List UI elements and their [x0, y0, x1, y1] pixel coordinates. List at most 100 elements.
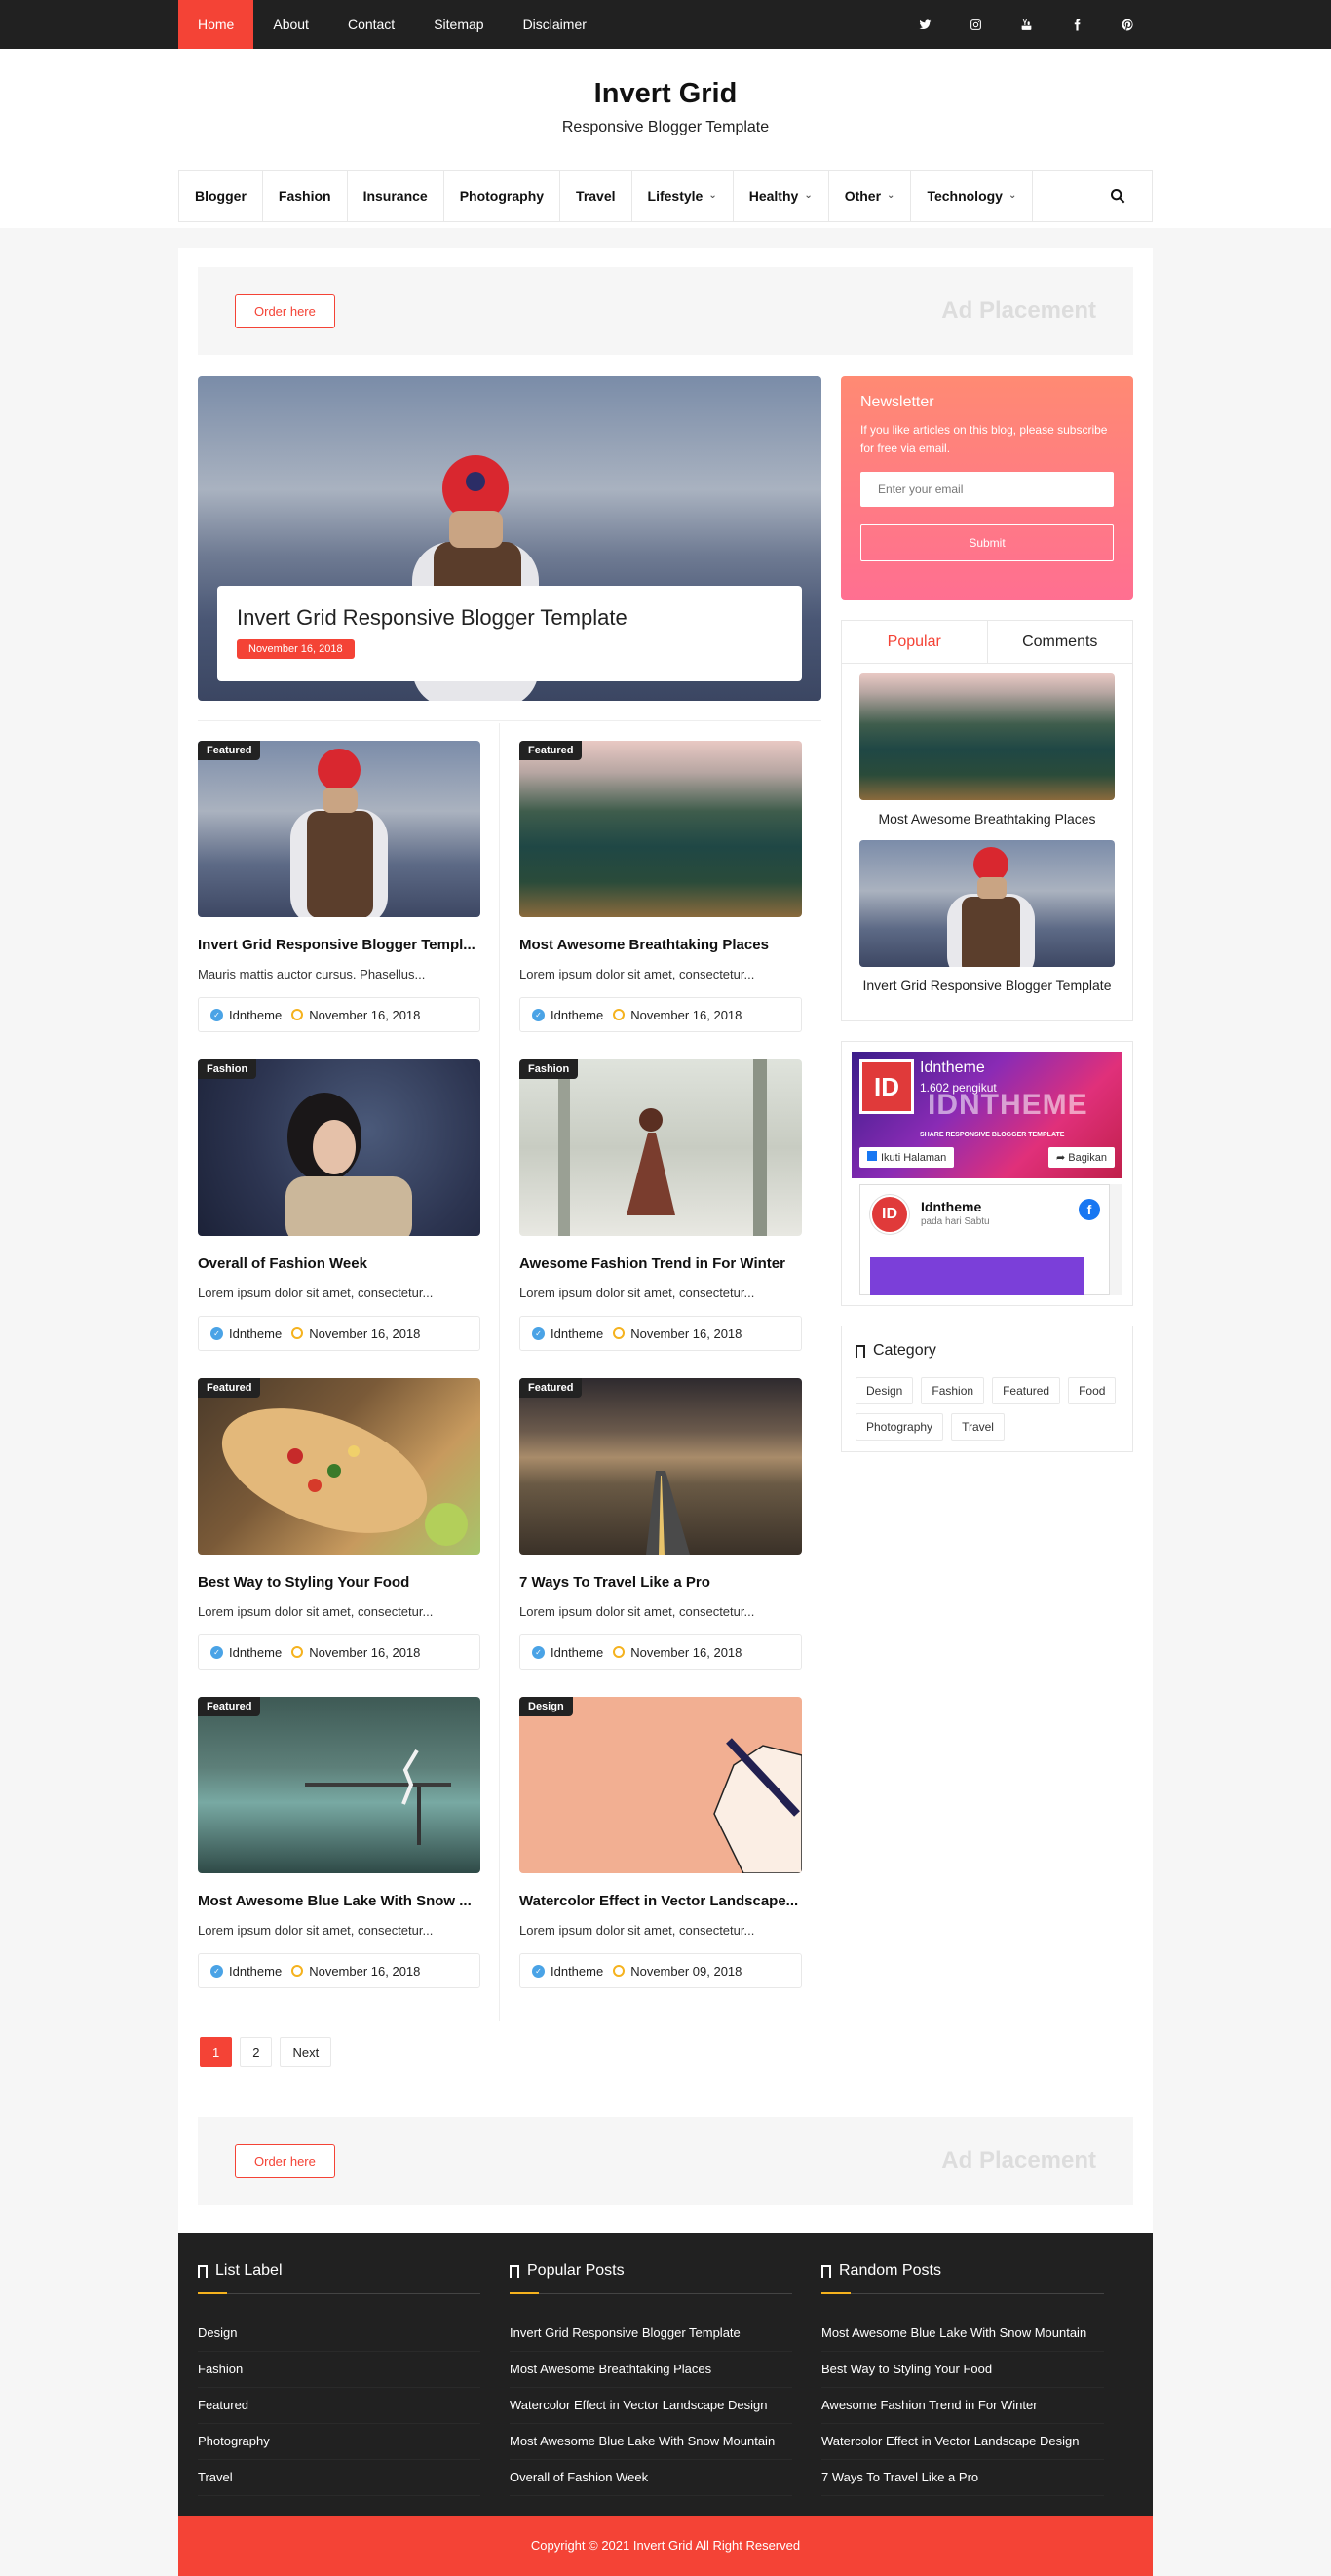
tab-popular[interactable]: Popular	[842, 621, 988, 663]
next-page-button[interactable]: Next	[280, 2037, 332, 2067]
page-1-button[interactable]: 1	[200, 2037, 233, 2067]
post-title[interactable]: Watercolor Effect in Vector Landscape...	[519, 1893, 802, 1909]
twitter-icon[interactable]	[899, 0, 950, 49]
post-badge[interactable]: Featured	[519, 741, 583, 760]
top-nav-disclaimer[interactable]: Disclaimer	[504, 0, 606, 49]
post-title[interactable]: Invert Grid Responsive Blogger Templ...	[198, 937, 480, 953]
post-title[interactable]: Most Awesome Blue Lake With Snow ...	[198, 1893, 480, 1909]
footer-link[interactable]: 7 Ways To Travel Like a Pro	[821, 2460, 1104, 2496]
tab-comments[interactable]: Comments	[988, 621, 1133, 663]
footer-link[interactable]: Most Awesome Breathtaking Places	[510, 2352, 792, 2388]
popular-post-title[interactable]: Most Awesome Breathtaking Places	[859, 811, 1115, 827]
main-nav-blogger[interactable]: Blogger	[179, 171, 263, 221]
post-thumbnail[interactable]: Fashion	[519, 1059, 802, 1236]
post-thumbnail[interactable]: Featured	[519, 741, 802, 917]
post-badge[interactable]: Featured	[198, 1378, 261, 1398]
main-nav-technology[interactable]: Technology ⌄	[911, 171, 1034, 221]
facebook-post-author[interactable]: Idntheme	[921, 1199, 981, 1214]
share-button[interactable]: ➦ Bagikan	[1047, 1147, 1115, 1168]
hero-title[interactable]: Invert Grid Responsive Blogger Template	[237, 605, 782, 631]
site-title[interactable]: Invert Grid	[178, 49, 1153, 119]
facebook-page-name[interactable]: Idntheme	[920, 1059, 985, 1077]
popular-post-title[interactable]: Invert Grid Responsive Blogger Template	[859, 978, 1115, 993]
post-thumbnail[interactable]: Featured	[198, 1378, 480, 1555]
post-title[interactable]: Overall of Fashion Week	[198, 1255, 480, 1272]
footer-link[interactable]: Most Awesome Blue Lake With Snow Mountai…	[510, 2424, 792, 2460]
footer-link[interactable]: Watercolor Effect in Vector Landscape De…	[821, 2424, 1104, 2460]
avatar[interactable]: ID	[870, 1195, 909, 1234]
footer-link[interactable]: Featured	[198, 2388, 480, 2424]
chevron-down-icon: ⌄	[887, 190, 895, 201]
hero-post[interactable]: Invert Grid Responsive Blogger Template …	[198, 376, 821, 701]
post-author[interactable]: Idntheme	[551, 1326, 603, 1341]
footer-link[interactable]: Fashion	[198, 2352, 480, 2388]
main-nav-lifestyle[interactable]: Lifestyle ⌄	[632, 171, 734, 221]
main-nav-healthy[interactable]: Healthy ⌄	[734, 171, 829, 221]
youtube-icon[interactable]	[1001, 0, 1051, 49]
post-badge[interactable]: Design	[519, 1697, 573, 1716]
footer-link[interactable]: Watercolor Effect in Vector Landscape De…	[510, 2388, 792, 2424]
category-tag[interactable]: Featured	[992, 1377, 1061, 1404]
post-author[interactable]: Idntheme	[229, 1964, 282, 1979]
footer-link[interactable]: Photography	[198, 2424, 480, 2460]
footer-link[interactable]: Overall of Fashion Week	[510, 2460, 792, 2496]
footer-link[interactable]: Best Way to Styling Your Food	[821, 2352, 1104, 2388]
post-badge[interactable]: Fashion	[519, 1059, 579, 1079]
post-badge[interactable]: Featured	[198, 1697, 261, 1716]
order-here-button[interactable]: Order here	[235, 2143, 335, 2178]
main-nav-travel[interactable]: Travel	[560, 171, 632, 221]
post-thumbnail[interactable]: Featured	[519, 1378, 802, 1555]
main-nav-insurance[interactable]: Insurance	[348, 171, 444, 221]
footer-link[interactable]: Design	[198, 2316, 480, 2352]
top-nav-contact[interactable]: Contact	[328, 0, 414, 49]
page-2-button[interactable]: 2	[240, 2037, 273, 2067]
main-nav-other[interactable]: Other ⌄	[829, 171, 912, 221]
popular-post-image[interactable]	[859, 840, 1115, 981]
post-title[interactable]: Awesome Fashion Trend in For Winter	[519, 1255, 802, 1272]
search-button[interactable]	[1084, 171, 1152, 221]
post-card: Featured Best Way to Styling Your Food L…	[198, 1378, 480, 1697]
category-tag[interactable]: Travel	[951, 1413, 1005, 1441]
instagram-icon[interactable]	[950, 0, 1001, 49]
post-badge[interactable]: Featured	[198, 741, 261, 760]
post-badge[interactable]: Fashion	[198, 1059, 257, 1079]
top-nav-home[interactable]: Home	[178, 0, 254, 49]
top-nav-about[interactable]: About	[253, 0, 328, 49]
category-tag[interactable]: Food	[1068, 1377, 1117, 1404]
main-nav-fashion[interactable]: Fashion	[263, 171, 348, 221]
footer-link[interactable]: Invert Grid Responsive Blogger Template	[510, 2316, 792, 2352]
post-author[interactable]: Idntheme	[229, 1008, 282, 1022]
category-tag[interactable]: Photography	[856, 1413, 944, 1441]
facebook-cover[interactable]: ID Idntheme 1.602 pengikut IDNTHEME SHAR…	[852, 1052, 1122, 1178]
scrollbar[interactable]	[1109, 1184, 1122, 1295]
post-title[interactable]: Most Awesome Breathtaking Places	[519, 937, 802, 953]
post-thumbnail[interactable]: Featured	[198, 741, 480, 917]
post-badge[interactable]: Featured	[519, 1378, 583, 1398]
post-thumbnail[interactable]: Fashion	[198, 1059, 480, 1236]
top-nav-sitemap[interactable]: Sitemap	[414, 0, 503, 49]
post-thumbnail[interactable]: Design	[519, 1697, 802, 1873]
follow-page-button[interactable]: Ikuti Halaman	[859, 1147, 955, 1168]
email-input[interactable]: Enter your email	[860, 472, 1114, 507]
clock-icon	[291, 1327, 304, 1339]
footer-link[interactable]: Awesome Fashion Trend in For Winter	[821, 2388, 1104, 2424]
post-author[interactable]: Idntheme	[551, 1008, 603, 1022]
facebook-icon[interactable]	[1051, 0, 1102, 49]
footer-link[interactable]: Travel	[198, 2460, 480, 2496]
pinterest-icon[interactable]	[1102, 0, 1153, 49]
post-thumbnail[interactable]: Featured	[198, 1697, 480, 1873]
order-here-button[interactable]: Order here	[235, 293, 335, 328]
submit-button[interactable]: Submit	[860, 524, 1114, 561]
main-nav-photography[interactable]: Photography	[444, 171, 561, 221]
post-author[interactable]: Idntheme	[551, 1964, 603, 1979]
popular-post-image[interactable]	[859, 673, 1115, 800]
category-tag[interactable]: Fashion	[921, 1377, 985, 1404]
footer-link[interactable]: Most Awesome Blue Lake With Snow Mountai…	[821, 2316, 1104, 2352]
post-title[interactable]: Best Way to Styling Your Food	[198, 1574, 480, 1591]
post-author[interactable]: Idntheme	[551, 1645, 603, 1660]
facebook-post-image[interactable]	[870, 1257, 1084, 1295]
post-author[interactable]: Idntheme	[229, 1326, 282, 1341]
post-title[interactable]: 7 Ways To Travel Like a Pro	[519, 1574, 802, 1591]
post-author[interactable]: Idntheme	[229, 1645, 282, 1660]
category-tag[interactable]: Design	[856, 1377, 914, 1404]
